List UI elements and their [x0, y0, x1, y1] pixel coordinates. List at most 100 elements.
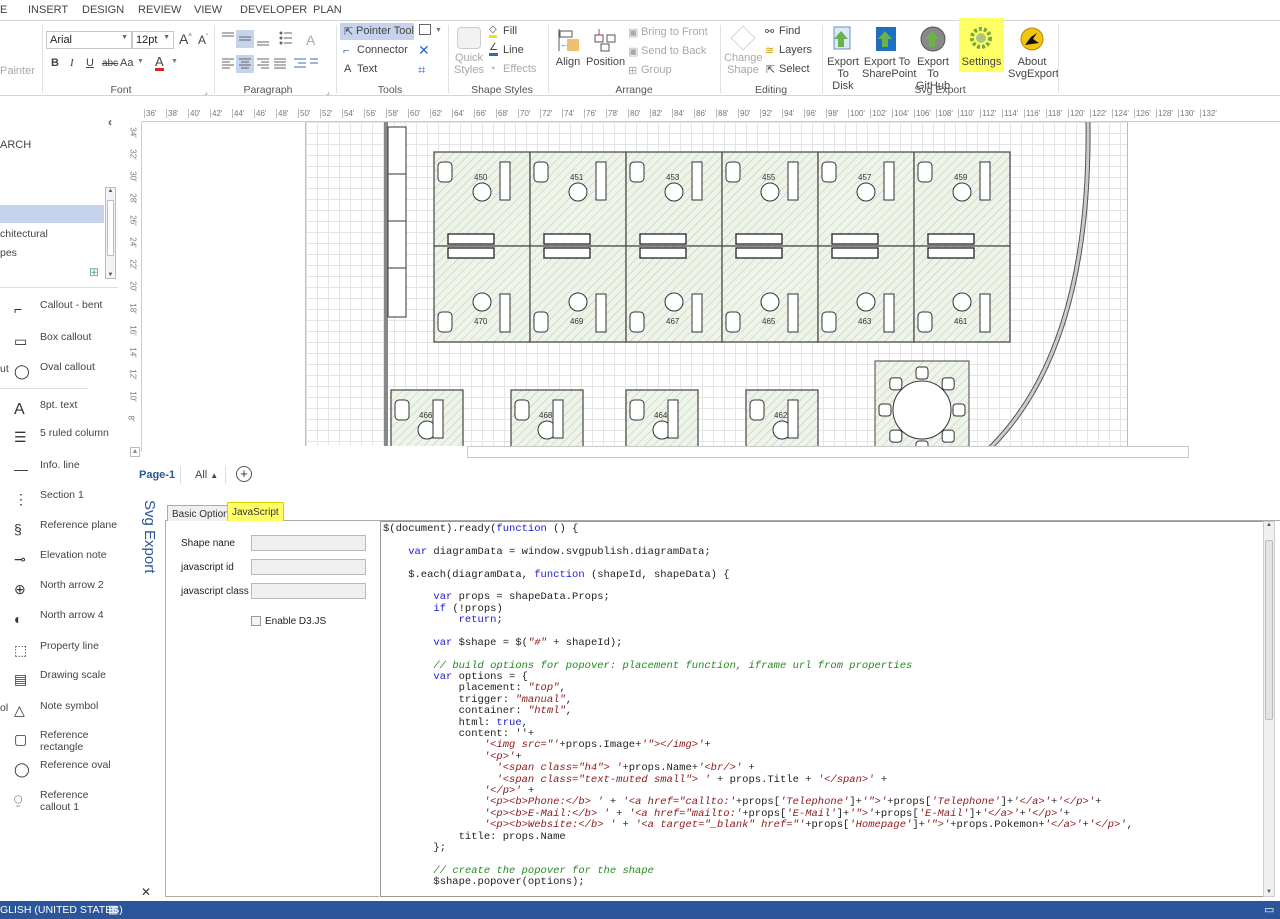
office-top[interactable]: 450	[433, 151, 531, 247]
shape-item[interactable]: △ Note symbol ol	[0, 698, 120, 728]
javascript-id-input[interactable]	[251, 559, 366, 575]
shrink-font-icon[interactable]: Aˇ	[198, 33, 208, 47]
scroll-up-icon[interactable]: ▲	[130, 447, 140, 457]
tab-review[interactable]: REVIEW	[138, 4, 181, 16]
layers-button[interactable]: Layers	[779, 44, 812, 56]
all-pages-button[interactable]: All ▲	[195, 469, 218, 481]
new-stencil-icon[interactable]: ⊞	[89, 265, 99, 279]
change-shape-button[interactable]: Change Shape	[724, 25, 763, 83]
align-button[interactable]: ← Align	[552, 27, 584, 83]
text-tool-button[interactable]: Text	[357, 63, 377, 75]
enable-d3-checkbox[interactable]	[251, 616, 261, 626]
shape-item[interactable]: — Info. line	[0, 457, 120, 487]
office-bottom[interactable]: 469	[529, 245, 627, 343]
strikethrough-button[interactable]: abc	[102, 58, 118, 69]
font-size-select[interactable]: 12pt ▼	[132, 31, 174, 49]
search-label[interactable]: ARCH	[0, 139, 31, 151]
office-bottom[interactable]: 470	[433, 245, 531, 343]
dialog-launcher-icon[interactable]: ⌟	[204, 87, 208, 96]
shape-item[interactable]: ☰ 5 ruled column	[0, 425, 120, 455]
connector-button[interactable]: Connector	[357, 44, 408, 56]
about-svgexport-button[interactable]: About SvgExport	[1008, 25, 1059, 80]
shape-item[interactable]: § Reference plane	[0, 517, 120, 547]
fill-button[interactable]: Fill	[503, 25, 517, 37]
office-top[interactable]: 457	[817, 151, 915, 247]
line-button[interactable]: Line	[503, 44, 524, 56]
font-name-select[interactable]: Arial ▼	[46, 31, 132, 49]
tab-insert[interactable]: INSERT	[28, 4, 68, 16]
pointer-tool-button[interactable]: ⇱ Pointer Tool	[340, 23, 414, 40]
office-top[interactable]: 453	[625, 151, 723, 247]
stencil-item-architectural[interactable]: chitectural	[0, 228, 48, 240]
drawing-page[interactable]: 450 470 451 469 453 467 455 465 457 463 459 461 466 4…	[305, 121, 1129, 454]
crop-icon[interactable]: ⌗	[418, 62, 425, 78]
font-color-button[interactable]: A	[155, 55, 164, 71]
shape-item[interactable]: ◯ Reference oval	[0, 757, 120, 787]
office-bottom[interactable]: 463	[817, 245, 915, 343]
office-lower[interactable]: 462	[745, 389, 819, 451]
office-bottom[interactable]: 461	[913, 245, 1011, 343]
code-vertical-scrollbar[interactable]: ▲ ▼	[1263, 521, 1275, 897]
export-to-github-button[interactable]: Export To GitHub	[910, 25, 956, 92]
select-button[interactable]: Select	[779, 63, 810, 75]
close-panel-icon[interactable]: ✕	[141, 885, 151, 899]
shape-name-input[interactable]	[251, 535, 366, 551]
shape-item[interactable]: ◯ Oval callout ut	[0, 359, 120, 389]
group-button[interactable]: Group	[641, 64, 672, 76]
stencil-item-selected[interactable]	[0, 205, 104, 223]
conference-table[interactable]	[874, 360, 970, 454]
bold-button[interactable]: B	[51, 57, 59, 69]
tab-developer[interactable]: DEVELOPER	[240, 4, 307, 16]
settings-button[interactable]: Settings	[959, 18, 1004, 72]
page-tab-page-1[interactable]: Page-1	[139, 469, 175, 481]
italic-button[interactable]: I	[70, 57, 74, 69]
shape-item[interactable]: ⍜ Reference callout 1	[0, 787, 120, 817]
shape-item[interactable]: ⌐ Callout - bent	[0, 297, 120, 327]
position-button[interactable]: Position	[586, 27, 625, 83]
shape-item[interactable]: ▭ Box callout	[0, 329, 120, 359]
tab-home[interactable]: E	[0, 4, 7, 16]
grow-font-icon[interactable]: A^	[179, 31, 192, 47]
shape-item[interactable]: ⬚ Property line	[0, 638, 120, 668]
javascript-class-input[interactable]	[251, 583, 366, 599]
office-top[interactable]: 451	[529, 151, 627, 247]
macro-recording-icon[interactable]: ▦	[108, 903, 118, 916]
tab-view[interactable]: VIEW	[194, 4, 222, 16]
underline-button[interactable]: U	[86, 57, 94, 69]
format-painter-button[interactable]: Painter	[0, 65, 35, 77]
floor-plan[interactable]: 450 470 451 469 453 467 455 465 457 463 459 461 466 4…	[306, 121, 1129, 454]
effects-button[interactable]: Effects	[503, 63, 536, 75]
send-to-back-button[interactable]: Send to Back	[641, 45, 706, 57]
office-top[interactable]: 455	[721, 151, 819, 247]
stencil-scrollbar[interactable]: ▲ ▼	[105, 187, 116, 279]
office-bottom[interactable]: 465	[721, 245, 819, 343]
office-lower[interactable]: 464	[625, 389, 699, 451]
office-bottom[interactable]: 467	[625, 245, 723, 343]
shape-item[interactable]: ▤ Drawing scale	[0, 667, 120, 697]
collapse-panel-icon[interactable]: ‹	[108, 115, 112, 129]
export-to-sharepoint-button[interactable]: Export To SharePoint	[862, 25, 916, 80]
stencil-item-shapes[interactable]: pes	[0, 247, 17, 259]
quick-styles-button[interactable]: Quick Styles	[452, 27, 486, 83]
shape-item[interactable]: ⊕ North arrow 2	[0, 577, 120, 607]
bring-to-front-button[interactable]: Bring to Front	[641, 26, 708, 38]
javascript-code-editor[interactable]: $(document).ready(function () { var diag…	[380, 521, 1263, 897]
shape-item[interactable]: ◐ North arrow 4	[0, 607, 120, 637]
shape-item[interactable]: A 8pt. text	[0, 397, 120, 427]
close-x-icon[interactable]: ✕	[418, 42, 430, 59]
shape-item[interactable]: ▢ Reference rectangle	[0, 727, 120, 757]
change-case-button[interactable]: Aa	[120, 57, 133, 69]
add-page-button[interactable]: +	[236, 466, 252, 482]
shape-item[interactable]: ⊸ Elevation note	[0, 547, 120, 577]
rectangle-icon[interactable]	[419, 24, 431, 35]
shape-item[interactable]: ⋮ Section 1	[0, 487, 120, 517]
tab-plan[interactable]: PLAN	[313, 4, 342, 16]
dialog-launcher-icon[interactable]: ⌟	[326, 87, 330, 96]
tab-design[interactable]: DESIGN	[82, 4, 124, 16]
tab-javascript[interactable]: JavaScript	[227, 502, 284, 522]
office-lower[interactable]: 468	[510, 389, 584, 451]
office-lower[interactable]: 466	[390, 389, 464, 451]
find-button[interactable]: Find	[779, 25, 800, 37]
horizontal-scrollbar[interactable]	[467, 446, 1189, 458]
language-status[interactable]: GLISH (UNITED STATES)	[0, 904, 123, 916]
